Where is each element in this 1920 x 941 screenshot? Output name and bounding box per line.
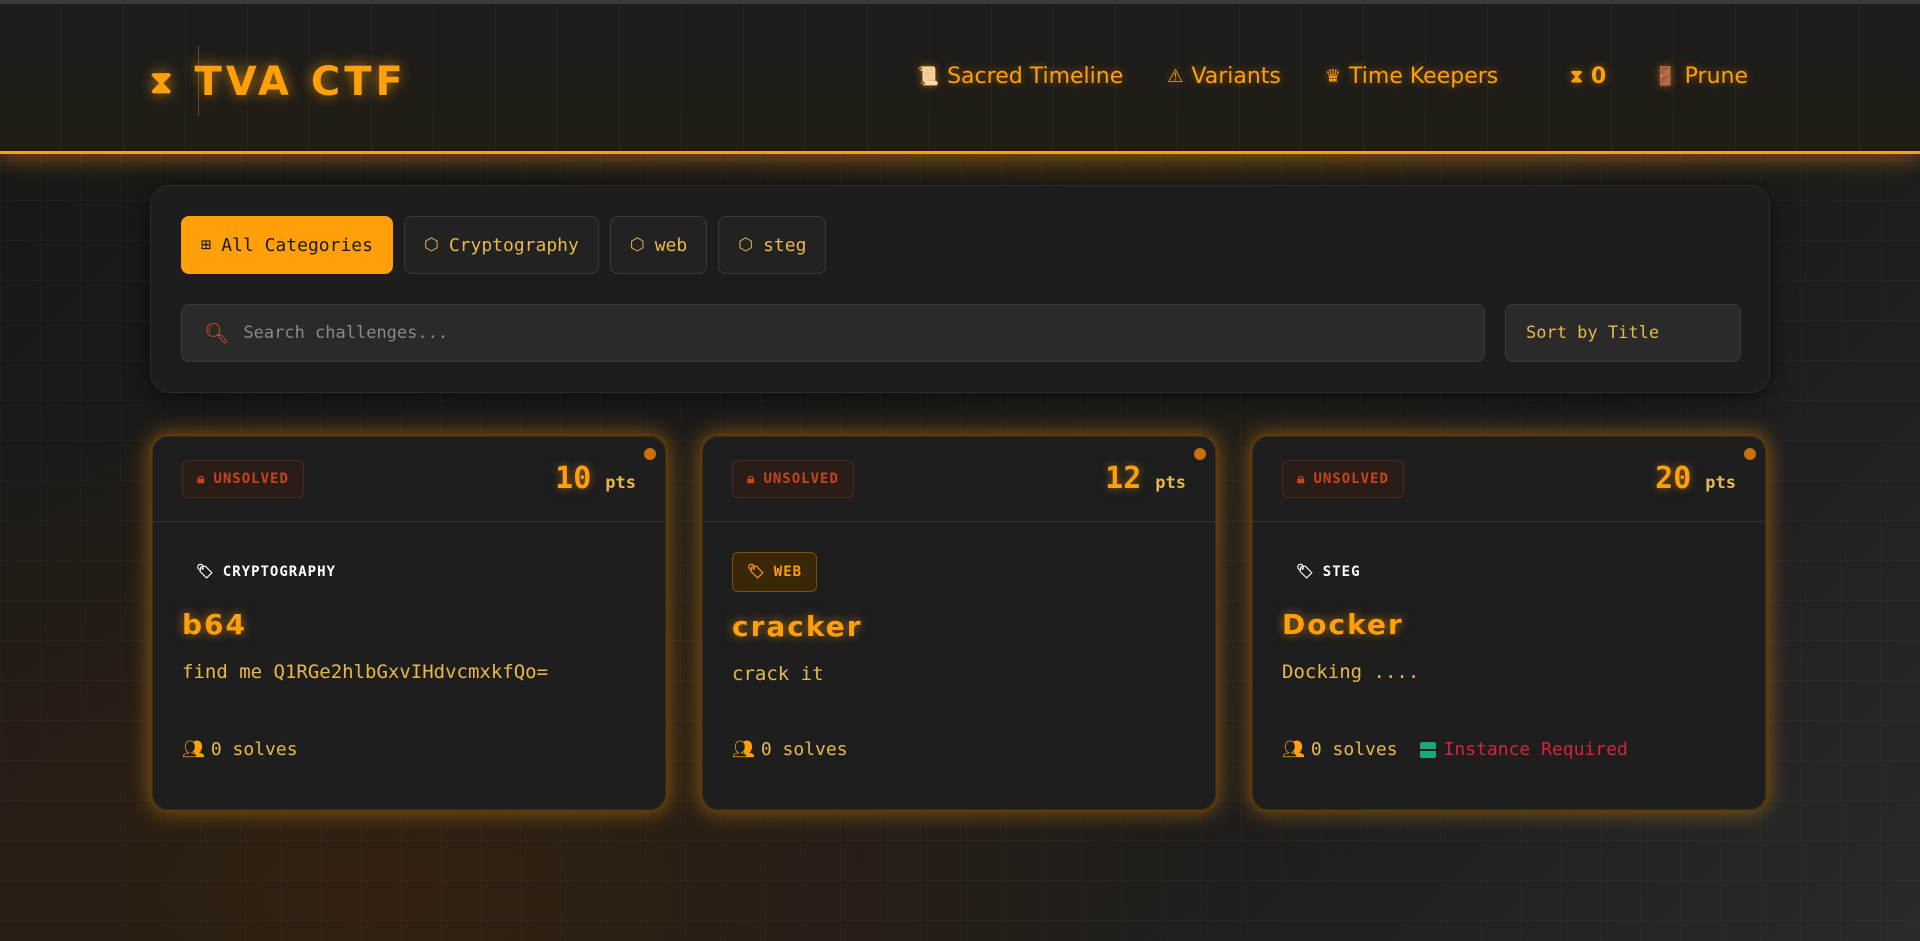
points-unit: pts: [1705, 473, 1736, 493]
sort-label: Sort by Title: [1526, 323, 1660, 343]
solves-label: 0 solves: [210, 739, 298, 760]
nav-label: Time Keepers: [1349, 64, 1499, 89]
brand-title: TVA CTF: [194, 59, 407, 105]
top-navbar: ⧗ TVA CTF 📜 Sacred Timeline ⚠ Variants ♛…: [0, 0, 1920, 154]
hourglass-icon: ⧗: [150, 62, 177, 101]
instance-required: Instance Required: [1419, 739, 1628, 760]
challenge-title: Docker: [1282, 608, 1404, 641]
tag-icon: 🏷︎: [1296, 564, 1315, 580]
tab-label: All Categories: [221, 234, 373, 256]
category-tag: 🏷︎ STEG: [1282, 554, 1375, 590]
category-label: WEB: [773, 564, 803, 580]
status-badge: 🔒︎ UNSOLVED: [182, 459, 304, 498]
tag-icon: 🏷︎: [196, 564, 215, 580]
card-body: 🏷︎ WEB cracker crack it: [702, 522, 1216, 707]
category-label: CRYPTOGRAPHY: [222, 564, 336, 580]
status-badge: 🔒︎ UNSOLVED: [732, 459, 854, 498]
search-icon: 🔍︎: [204, 321, 230, 345]
instance-label: Instance Required: [1443, 739, 1628, 760]
grid-icon: ⊞: [201, 235, 212, 255]
tab-web[interactable]: ⬡ web: [609, 216, 708, 274]
status-text: UNSOLVED: [763, 470, 839, 487]
tab-all-categories[interactable]: ⊞ All Categories: [181, 216, 393, 274]
brand-logo[interactable]: ⧗ TVA CTF: [150, 54, 407, 110]
crown-icon: ♛: [1324, 66, 1342, 87]
users-icon: 👥︎: [732, 739, 755, 760]
search-input[interactable]: [243, 323, 1444, 343]
nav-sacred-timeline[interactable]: 📜 Sacred Timeline: [917, 64, 1124, 89]
lock-icon: 🔒︎: [1297, 470, 1306, 487]
points-value: 10: [555, 461, 592, 496]
nav-label: Sacred Timeline: [947, 64, 1124, 89]
points: 20 pts: [1655, 461, 1736, 496]
card-footer: 👥︎ 0 solves Instance Required: [1282, 739, 1628, 760]
card-body: 🏷︎ CRYPTOGRAPHY b64 find me Q1RGe2hlbGxv…: [152, 522, 666, 705]
status-text: UNSOLVED: [213, 470, 289, 487]
nav-label: Prune: [1684, 64, 1748, 89]
status-dot: [1744, 448, 1756, 460]
challenge-card-b64[interactable]: 🔒︎ UNSOLVED 10 pts 🏷︎ CRYPTOGRAPHY b64 f…: [150, 434, 668, 812]
challenge-card-cracker[interactable]: 🔒︎ UNSOLVED 12 pts 🏷︎ WEB cracker crack …: [700, 434, 1218, 812]
status-text: UNSOLVED: [1313, 470, 1389, 487]
cube-icon: ⬡: [738, 235, 754, 255]
solves-count: 👥︎ 0 solves: [732, 739, 848, 760]
main-nav: 📜 Sacred Timeline ⚠ Variants ♛ Time Keep…: [873, 64, 1748, 89]
points: 10 pts: [555, 461, 636, 496]
points-value: 20: [1655, 461, 1692, 496]
users-icon: 👥︎: [1282, 739, 1305, 760]
lock-icon: 🔒︎: [747, 470, 756, 487]
challenge-description: Docking ....: [1282, 661, 1420, 683]
category-tag: 🏷︎ CRYPTOGRAPHY: [182, 554, 350, 590]
card-footer: 👥︎ 0 solves: [732, 739, 848, 760]
solves-label: 0 solves: [1310, 739, 1398, 760]
category-label: STEG: [1322, 564, 1361, 580]
score-value: 0: [1590, 64, 1607, 89]
card-body: 🏷︎ STEG Docker Docking ....: [1252, 522, 1766, 705]
nav-score[interactable]: ⧗ 0: [1570, 64, 1606, 89]
challenge-card-docker[interactable]: 🔒︎ UNSOLVED 20 pts 🏷︎ STEG Docker Dockin…: [1250, 434, 1768, 812]
users-icon: 👥︎: [182, 739, 205, 760]
card-header: 🔒︎ UNSOLVED 10 pts: [152, 436, 666, 522]
cube-icon: ⬡: [629, 235, 645, 255]
sort-select[interactable]: Sort by Title: [1505, 304, 1741, 362]
points-value: 12: [1105, 461, 1142, 496]
tag-icon: 🏷︎: [747, 564, 766, 580]
solves-count: 👥︎ 0 solves: [1282, 739, 1398, 760]
hourglass-icon: ⧗: [1570, 66, 1583, 87]
door-icon: 🚪: [1654, 66, 1677, 87]
scroll-icon: 📜: [916, 66, 940, 87]
tab-label: Cryptography: [448, 234, 579, 256]
status-badge: 🔒︎ UNSOLVED: [1282, 459, 1404, 498]
filter-panel: ⊞ All Categories ⬡ Cryptography ⬡ web ⬡ …: [150, 185, 1770, 393]
points-unit: pts: [605, 473, 636, 493]
nav-label: Variants: [1191, 64, 1281, 89]
challenge-description: crack it: [732, 663, 824, 685]
warning-icon: ⚠: [1167, 66, 1184, 87]
nav-prune[interactable]: 🚪 Prune: [1654, 64, 1748, 89]
tab-label: web: [654, 234, 688, 256]
lock-icon: 🔒︎: [197, 470, 206, 487]
card-header: 🔒︎ UNSOLVED 20 pts: [1252, 436, 1766, 522]
status-dot: [644, 448, 656, 460]
search-box: 🔍︎: [181, 304, 1485, 362]
points-unit: pts: [1155, 473, 1186, 493]
tab-cryptography[interactable]: ⬡ Cryptography: [403, 216, 599, 274]
server-icon: [1419, 741, 1436, 758]
category-tabs: ⊞ All Categories ⬡ Cryptography ⬡ web ⬡ …: [181, 216, 827, 274]
card-header: 🔒︎ UNSOLVED 12 pts: [702, 436, 1216, 522]
challenge-title: cracker: [732, 610, 863, 643]
category-tag: 🏷︎ WEB: [732, 552, 818, 592]
nav-time-keepers[interactable]: ♛ Time Keepers: [1325, 64, 1498, 89]
nav-variants[interactable]: ⚠ Variants: [1167, 64, 1281, 89]
status-dot: [1194, 448, 1206, 460]
solves-count: 👥︎ 0 solves: [182, 739, 298, 760]
solves-label: 0 solves: [760, 739, 848, 760]
tab-steg[interactable]: ⬡ steg: [718, 216, 827, 274]
challenge-title: b64: [182, 608, 248, 641]
cube-icon: ⬡: [423, 235, 439, 255]
tab-label: steg: [763, 234, 807, 256]
challenge-description: find me Q1RGe2hlbGxvIHdvcmxkfQo=: [182, 661, 549, 683]
points: 12 pts: [1105, 461, 1186, 496]
card-footer: 👥︎ 0 solves: [182, 739, 298, 760]
